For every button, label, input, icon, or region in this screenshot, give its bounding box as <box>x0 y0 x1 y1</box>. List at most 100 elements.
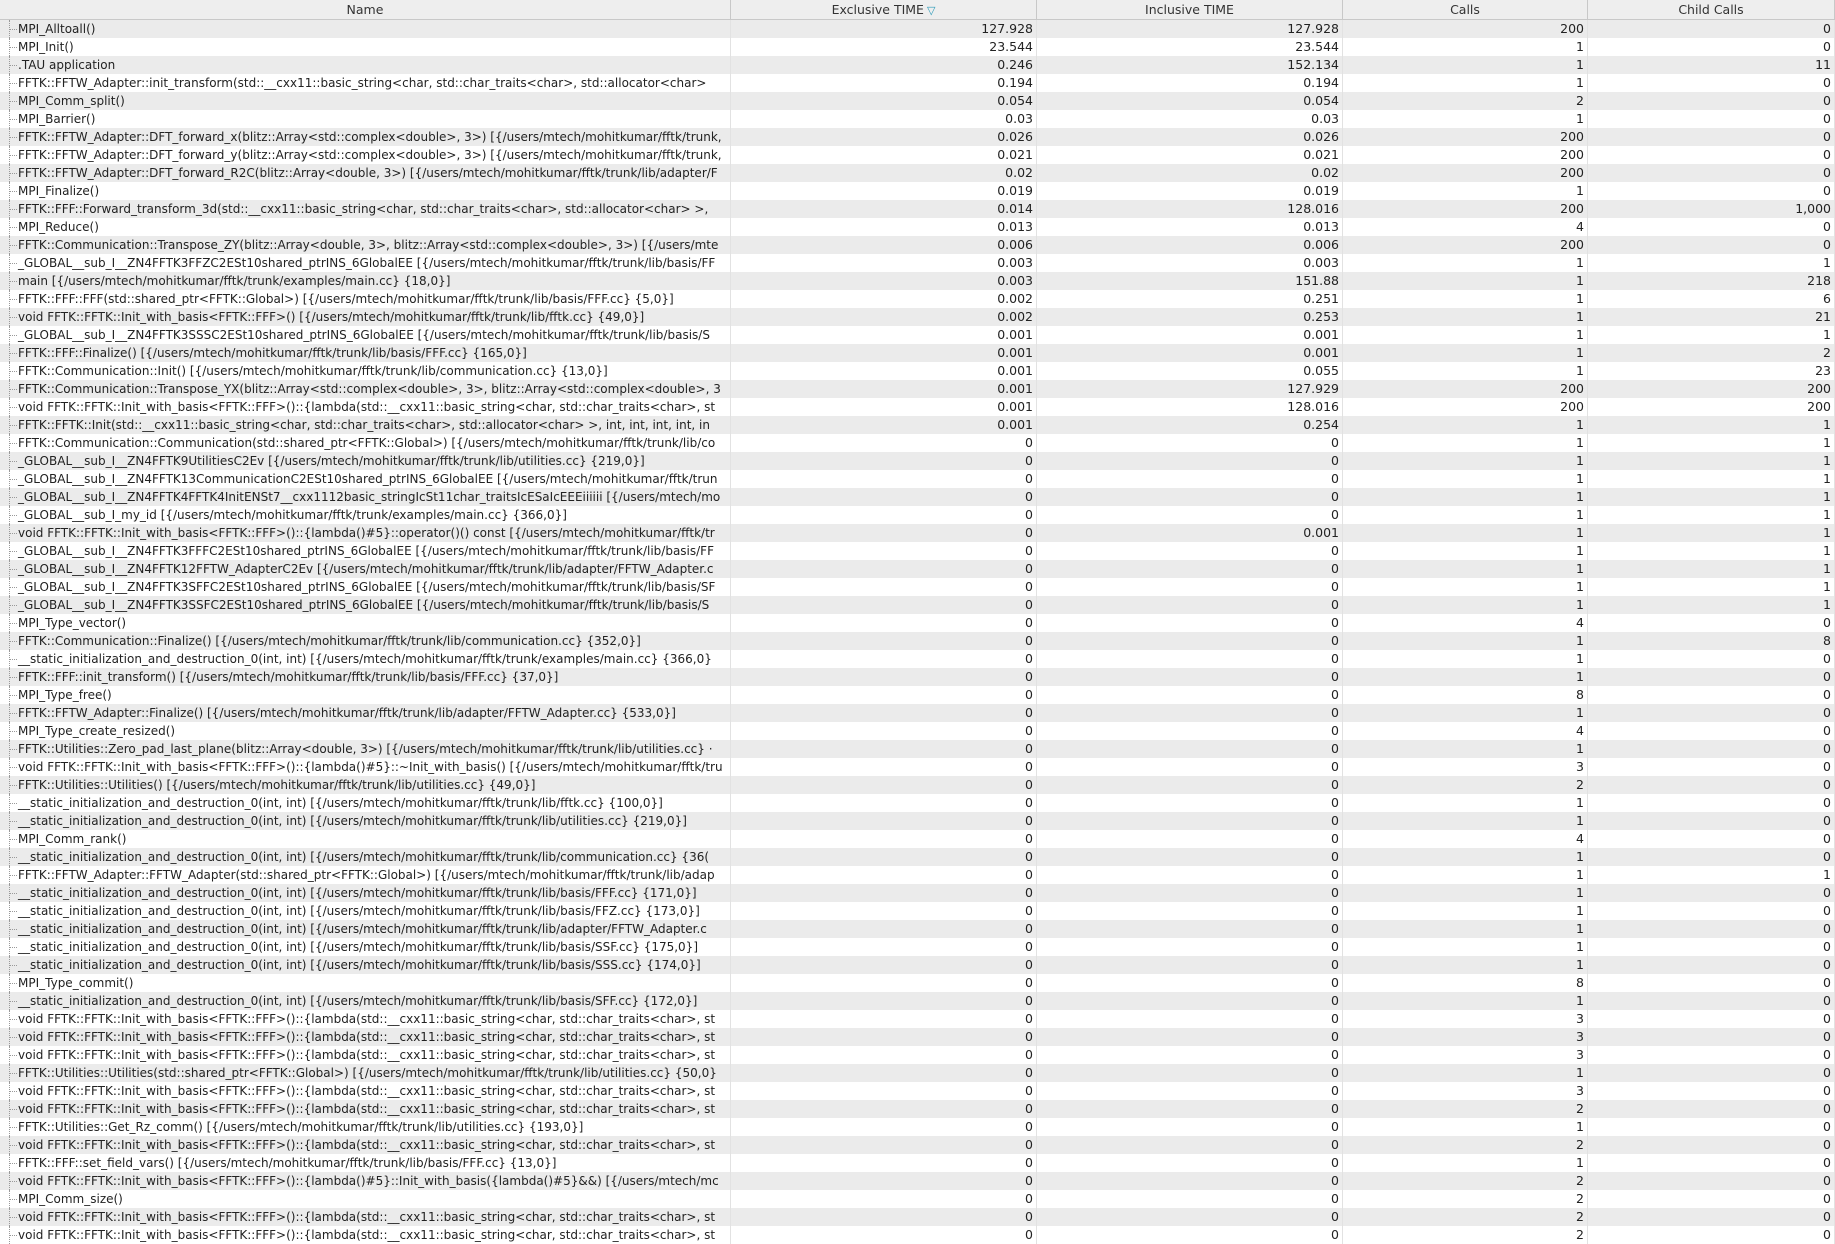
tree-line-icon <box>4 434 18 452</box>
inclusive-time-cell: 0.026 <box>1037 128 1343 146</box>
table-row[interactable]: void FFTK::FFTK::Init_with_basis<FFTK::F… <box>0 398 1835 416</box>
column-header-exclusive-time-label: Exclusive TIME <box>831 2 924 17</box>
table-row[interactable]: FFTK::FFTK::Init(std::__cxx11::basic_str… <box>0 416 1835 434</box>
table-row[interactable]: MPI_Barrier() 0.03 0.03 1 0 <box>0 110 1835 128</box>
table-row[interactable]: _GLOBAL__sub_I__ZN4FFTK3FFZC2ESt10shared… <box>0 254 1835 272</box>
table-row[interactable]: FFTK::Utilities::Utilities() [{/users/mt… <box>0 776 1835 794</box>
table-row[interactable]: MPI_Reduce() 0.013 0.013 4 0 <box>0 218 1835 236</box>
table-row[interactable]: void FFTK::FFTK::Init_with_basis<FFTK::F… <box>0 524 1835 542</box>
exclusive-time-cell: 0.246 <box>731 56 1037 74</box>
function-name: FFTK::FFTW_Adapter::init_transform(std::… <box>18 76 707 90</box>
name-cell: MPI_Type_commit() <box>0 974 731 992</box>
exclusive-time-cell: 0.026 <box>731 128 1037 146</box>
column-header-name[interactable]: Name <box>0 0 731 19</box>
table-row[interactable]: void FFTK::FFTK::Init_with_basis<FFTK::F… <box>0 1046 1835 1064</box>
child-calls-cell: 0 <box>1588 1190 1835 1208</box>
exclusive-time-cell: 0 <box>731 578 1037 596</box>
name-cell: void FFTK::FFTK::Init_with_basis<FFTK::F… <box>0 308 731 326</box>
table-row[interactable]: void FFTK::FFTK::Init_with_basis<FFTK::F… <box>0 758 1835 776</box>
table-row[interactable]: __static_initialization_and_destruction_… <box>0 920 1835 938</box>
table-row[interactable]: MPI_Type_create_resized() 0 0 4 0 <box>0 722 1835 740</box>
table-row[interactable]: FFTK::FFTW_Adapter::DFT_forward_y(blitz:… <box>0 146 1835 164</box>
table-row[interactable]: FFTK::FFF::FFF(std::shared_ptr<FFTK::Glo… <box>0 290 1835 308</box>
table-row[interactable]: void FFTK::FFTK::Init_with_basis<FFTK::F… <box>0 1028 1835 1046</box>
table-row[interactable]: _GLOBAL__sub_I__ZN4FFTK3SSFC2ESt10shared… <box>0 596 1835 614</box>
child-calls-cell: 0 <box>1588 704 1835 722</box>
child-calls-cell: 0 <box>1588 830 1835 848</box>
column-header-inclusive-time[interactable]: Inclusive TIME <box>1037 0 1343 19</box>
child-calls-cell: 0 <box>1588 74 1835 92</box>
table-row[interactable]: _GLOBAL__sub_I__ZN4FFTK13CommunicationC2… <box>0 470 1835 488</box>
table-row[interactable]: void FFTK::FFTK::Init_with_basis<FFTK::F… <box>0 1010 1835 1028</box>
table-row[interactable]: FFTK::FFF::Finalize() [{/users/mtech/moh… <box>0 344 1835 362</box>
table-row[interactable]: _GLOBAL__sub_I__ZN4FFTK9UtilitiesC2Ev [{… <box>0 452 1835 470</box>
tree-line-icon <box>4 1010 18 1028</box>
table-row[interactable]: void FFTK::FFTK::Init_with_basis<FFTK::F… <box>0 1136 1835 1154</box>
table-row[interactable]: MPI_Type_commit() 0 0 8 0 <box>0 974 1835 992</box>
name-cell: FFTK::Communication::Init() [{/users/mte… <box>0 362 731 380</box>
table-row[interactable]: FFTK::FFTW_Adapter::Finalize() [{/users/… <box>0 704 1835 722</box>
table-row[interactable]: FFTK::FFTW_Adapter::init_transform(std::… <box>0 74 1835 92</box>
table-row[interactable]: FFTK::Communication::Communication(std::… <box>0 434 1835 452</box>
table-row[interactable]: MPI_Comm_split() 0.054 0.054 2 0 <box>0 92 1835 110</box>
table-row[interactable]: MPI_Type_vector() 0 0 4 0 <box>0 614 1835 632</box>
table-row[interactable]: FFTK::FFF::Forward_transform_3d(std::__c… <box>0 200 1835 218</box>
table-row[interactable]: void FFTK::FFTK::Init_with_basis<FFTK::F… <box>0 1208 1835 1226</box>
column-header-exclusive-time[interactable]: Exclusive TIME ▽ <box>731 0 1037 19</box>
child-calls-cell: 0 <box>1588 128 1835 146</box>
table-row[interactable]: FFTK::Utilities::Zero_pad_last_plane(bli… <box>0 740 1835 758</box>
column-header-child-calls[interactable]: Child Calls <box>1588 0 1835 19</box>
table-row[interactable]: __static_initialization_and_destruction_… <box>0 884 1835 902</box>
table-row[interactable]: FFTK::Communication::Transpose_ZY(blitz:… <box>0 236 1835 254</box>
table-row[interactable]: __static_initialization_and_destruction_… <box>0 956 1835 974</box>
child-calls-cell: 2 <box>1588 344 1835 362</box>
table-row[interactable]: __static_initialization_and_destruction_… <box>0 848 1835 866</box>
table-row[interactable]: _GLOBAL__sub_I__ZN4FFTK12FFTW_AdapterC2E… <box>0 560 1835 578</box>
table-row[interactable]: FFTK::Communication::Transpose_YX(blitz:… <box>0 380 1835 398</box>
table-row[interactable]: __static_initialization_and_destruction_… <box>0 902 1835 920</box>
table-row[interactable]: FFTK::Communication::Init() [{/users/mte… <box>0 362 1835 380</box>
table-row[interactable]: FFTK::FFTW_Adapter::DFT_forward_x(blitz:… <box>0 128 1835 146</box>
table-row[interactable]: FFTK::Utilities::Utilities(std::shared_p… <box>0 1064 1835 1082</box>
table-row[interactable]: MPI_Type_free() 0 0 8 0 <box>0 686 1835 704</box>
table-row[interactable]: void FFTK::FFTK::Init_with_basis<FFTK::F… <box>0 1082 1835 1100</box>
table-row[interactable]: _GLOBAL__sub_I__ZN4FFTK3FFFC2ESt10shared… <box>0 542 1835 560</box>
table-row[interactable]: MPI_Alltoall() 127.928 127.928 200 0 <box>0 20 1835 38</box>
exclusive-time-cell: 0 <box>731 740 1037 758</box>
table-row[interactable]: void FFTK::FFTK::Init_with_basis<FFTK::F… <box>0 1226 1835 1244</box>
table-row[interactable]: FFTK::Communication::Finalize() [{/users… <box>0 632 1835 650</box>
function-name: _GLOBAL__sub_I__ZN4FFTK3FFZC2ESt10shared… <box>18 256 716 270</box>
column-header-calls[interactable]: Calls <box>1343 0 1588 19</box>
name-cell: void FFTK::FFTK::Init_with_basis<FFTK::F… <box>0 1136 731 1154</box>
table-row[interactable]: void FFTK::FFTK::Init_with_basis<FFTK::F… <box>0 308 1835 326</box>
table-row[interactable]: _GLOBAL__sub_I__ZN4FFTK4FFTK4InitENSt7__… <box>0 488 1835 506</box>
table-row[interactable]: MPI_Init() 23.544 23.544 1 0 <box>0 38 1835 56</box>
table-row[interactable]: _GLOBAL__sub_I__ZN4FFTK3SFFC2ESt10shared… <box>0 578 1835 596</box>
table-row[interactable]: MPI_Comm_rank() 0 0 4 0 <box>0 830 1835 848</box>
table-row[interactable]: void FFTK::FFTK::Init_with_basis<FFTK::F… <box>0 1172 1835 1190</box>
table-row[interactable]: .TAU application 0.246 152.134 1 11 <box>0 56 1835 74</box>
exclusive-time-cell: 0 <box>731 902 1037 920</box>
table-row[interactable]: main [{/users/mtech/mohitkumar/fftk/trun… <box>0 272 1835 290</box>
function-name: FFTK::FFTW_Adapter::Finalize() [{/users/… <box>18 706 676 720</box>
table-row[interactable]: MPI_Comm_size() 0 0 2 0 <box>0 1190 1835 1208</box>
table-row[interactable]: _GLOBAL__sub_I__ZN4FFTK3SSSC2ESt10shared… <box>0 326 1835 344</box>
exclusive-time-cell: 0 <box>731 1136 1037 1154</box>
calls-cell: 4 <box>1343 218 1588 236</box>
table-row[interactable]: __static_initialization_and_destruction_… <box>0 650 1835 668</box>
table-row[interactable]: __static_initialization_and_destruction_… <box>0 794 1835 812</box>
table-row[interactable]: _GLOBAL__sub_I_my_id [{/users/mtech/mohi… <box>0 506 1835 524</box>
name-cell: __static_initialization_and_destruction_… <box>0 956 731 974</box>
table-row[interactable]: FFTK::FFF::init_transform() [{/users/mte… <box>0 668 1835 686</box>
table-row[interactable]: __static_initialization_and_destruction_… <box>0 938 1835 956</box>
function-name: void FFTK::FFTK::Init_with_basis<FFTK::F… <box>18 760 723 774</box>
tree-line-icon <box>4 686 18 704</box>
table-row[interactable]: __static_initialization_and_destruction_… <box>0 992 1835 1010</box>
table-row[interactable]: __static_initialization_and_destruction_… <box>0 812 1835 830</box>
table-row[interactable]: FFTK::FFTW_Adapter::DFT_forward_R2C(blit… <box>0 164 1835 182</box>
table-row[interactable]: FFTK::FFF::set_field_vars() [{/users/mte… <box>0 1154 1835 1172</box>
table-row[interactable]: void FFTK::FFTK::Init_with_basis<FFTK::F… <box>0 1100 1835 1118</box>
table-row[interactable]: FFTK::FFTW_Adapter::FFTW_Adapter(std::sh… <box>0 866 1835 884</box>
table-row[interactable]: FFTK::Utilities::Get_Rz_comm() [{/users/… <box>0 1118 1835 1136</box>
table-row[interactable]: MPI_Finalize() 0.019 0.019 1 0 <box>0 182 1835 200</box>
